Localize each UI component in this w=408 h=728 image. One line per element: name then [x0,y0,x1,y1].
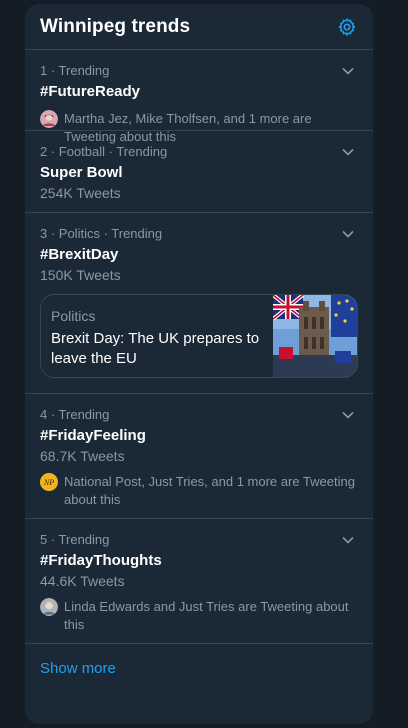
trend-item-5[interactable]: 5 · Trending #FridayThoughts 44.6K Tweet… [25,519,373,644]
trend-social-text: National Post, Just Tries, and 1 more ar… [64,474,355,507]
trend-tweet-count: 150K Tweets [40,267,121,283]
trend-item-3[interactable]: 3 · Politics · Trending #BrexitDay 150K … [25,213,373,394]
show-more-link[interactable]: Show more [25,644,373,693]
trend-item-4[interactable]: 4 · Trending #FridayFeeling 68.7K Tweets… [25,394,373,519]
avatar: NP [40,473,58,491]
trends-panel: Winnipeg trends 1 · Trending #FutureRead… [25,4,373,724]
trend-name: #BrexitDay [40,246,119,263]
trend-social-text: Linda Edwards and Just Tries are Tweetin… [64,599,349,632]
chevron-down-icon[interactable] [337,404,359,426]
trends-title: Winnipeg trends [40,15,191,37]
trend-meta: 4 · Trending [40,407,110,422]
trends-header: Winnipeg trends [25,4,373,50]
chevron-down-icon[interactable] [337,529,359,551]
avatar-initials: NP [43,477,55,487]
trend-tweet-count: 44.6K Tweets [40,573,125,589]
news-card-headline: Brexit Day: The UK prepares to leave the… [51,330,260,367]
trend-meta: 2 · Football · Trending [40,144,168,159]
gear-icon[interactable] [336,16,358,38]
trend-tweet-count: 254K Tweets [40,185,121,201]
chevron-down-icon[interactable] [337,223,359,245]
trend-item-2[interactable]: 2 · Football · Trending Super Bowl 254K … [25,131,373,213]
chevron-down-icon[interactable] [337,141,359,163]
trend-item-1[interactable]: 1 · Trending #FutureReady Martha Jez, Mi… [25,50,373,144]
news-card-thumbnail [271,295,357,377]
trend-name: #FridayFeeling [40,427,146,444]
trend-social-context: Linda Edwards and Just Tries are Tweetin… [40,598,358,634]
chevron-down-icon[interactable] [337,60,359,82]
trend-name: #FridayThoughts [40,552,162,569]
news-card[interactable]: Politics Brexit Day: The UK prepares to … [40,294,358,378]
trend-name: #FutureReady [40,83,141,100]
trend-social-context: NP National Post, Just Tries, and 1 more… [40,473,358,509]
trend-tweet-count: 68.7K Tweets [40,448,125,464]
avatar [40,598,58,616]
news-card-category: Politics [51,308,96,324]
avatar [40,110,58,128]
trend-meta: 5 · Trending [40,532,110,547]
trend-meta: 1 · Trending [40,63,110,78]
news-card-text: Politics Brexit Day: The UK prepares to … [41,295,273,377]
trend-name: Super Bowl [40,164,123,181]
trend-meta: 3 · Politics · Trending [40,226,163,241]
